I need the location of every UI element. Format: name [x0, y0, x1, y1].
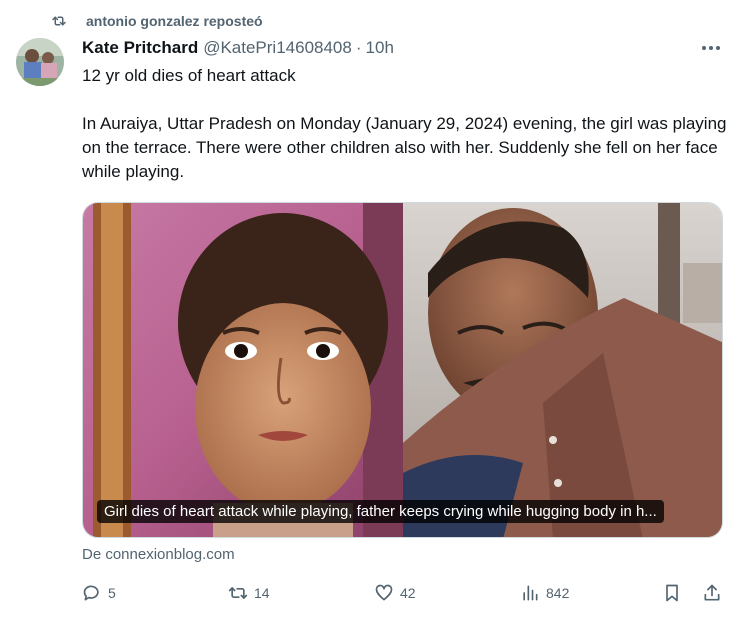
- reply-button[interactable]: 5: [82, 580, 116, 606]
- tweet-actions: 5 14 42 842: [82, 580, 726, 606]
- repost-icon: [228, 587, 248, 599]
- views-icon: [523, 585, 538, 601]
- views-count: 842: [546, 585, 570, 601]
- heart-icon: [375, 584, 393, 601]
- repost-count: 14: [254, 585, 270, 601]
- timestamp[interactable]: 10h: [366, 38, 394, 58]
- author-handle[interactable]: @KatePri14608408: [203, 38, 352, 58]
- tweet-header: Kate Pritchard @KatePri14608408 · 10h: [82, 36, 394, 60]
- link-source[interactable]: De connexionblog.com: [82, 546, 235, 563]
- like-count: 42: [400, 585, 416, 601]
- tweet-headline: 12 yr old dies of heart attack: [82, 66, 296, 85]
- tweet-paragraph: In Auraiya, Uttar Pradesh on Monday (Jan…: [82, 114, 727, 181]
- like-button[interactable]: 42: [374, 580, 416, 606]
- repost-button[interactable]: 14: [228, 580, 270, 606]
- share-icon: [704, 584, 720, 601]
- media-photo: [83, 203, 722, 537]
- separator: ·: [355, 38, 362, 57]
- reply-count: 5: [108, 585, 116, 601]
- repost-label[interactable]: antonio gonzalez reposteó: [86, 13, 263, 29]
- share-button[interactable]: [702, 580, 722, 606]
- reply-icon: [83, 585, 99, 601]
- author-name[interactable]: Kate Pritchard: [82, 38, 198, 58]
- repost-icon: [52, 16, 66, 26]
- bookmark-button[interactable]: [662, 580, 682, 606]
- tweet-text: 12 yr old dies of heart attack In Auraiy…: [82, 64, 732, 184]
- avatar[interactable]: [16, 38, 64, 86]
- repost-indicator: antonio gonzalez reposteó: [50, 10, 263, 32]
- more-options-icon[interactable]: [700, 38, 722, 58]
- media-caption: Girl dies of heart attack while playing,…: [97, 500, 664, 523]
- views-button[interactable]: 842: [520, 580, 569, 606]
- media-image[interactable]: Girl dies of heart attack while playing,…: [82, 202, 723, 538]
- bookmark-icon: [666, 584, 678, 602]
